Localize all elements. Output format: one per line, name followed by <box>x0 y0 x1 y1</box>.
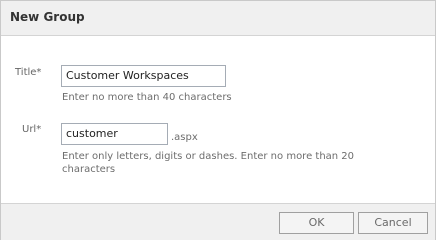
title-input[interactable]: Customer Workspaces <box>61 65 226 87</box>
cancel-button[interactable]: Cancel <box>358 212 428 234</box>
dialog-footer: OK Cancel <box>1 203 435 240</box>
url-hint: Enter only letters, digits or dashes. En… <box>62 151 355 175</box>
dialog-title: New Group <box>10 10 85 24</box>
url-label: Url* <box>22 124 42 135</box>
new-group-dialog: New Group Title* Customer Workspaces Ent… <box>0 0 436 240</box>
dialog-titlebar: New Group <box>1 1 435 36</box>
ok-button[interactable]: OK <box>279 212 354 234</box>
url-input[interactable]: customer <box>61 123 168 145</box>
url-suffix: .aspx <box>171 132 198 143</box>
title-label: Title* <box>15 67 42 78</box>
title-hint: Enter no more than 40 characters <box>62 92 232 103</box>
